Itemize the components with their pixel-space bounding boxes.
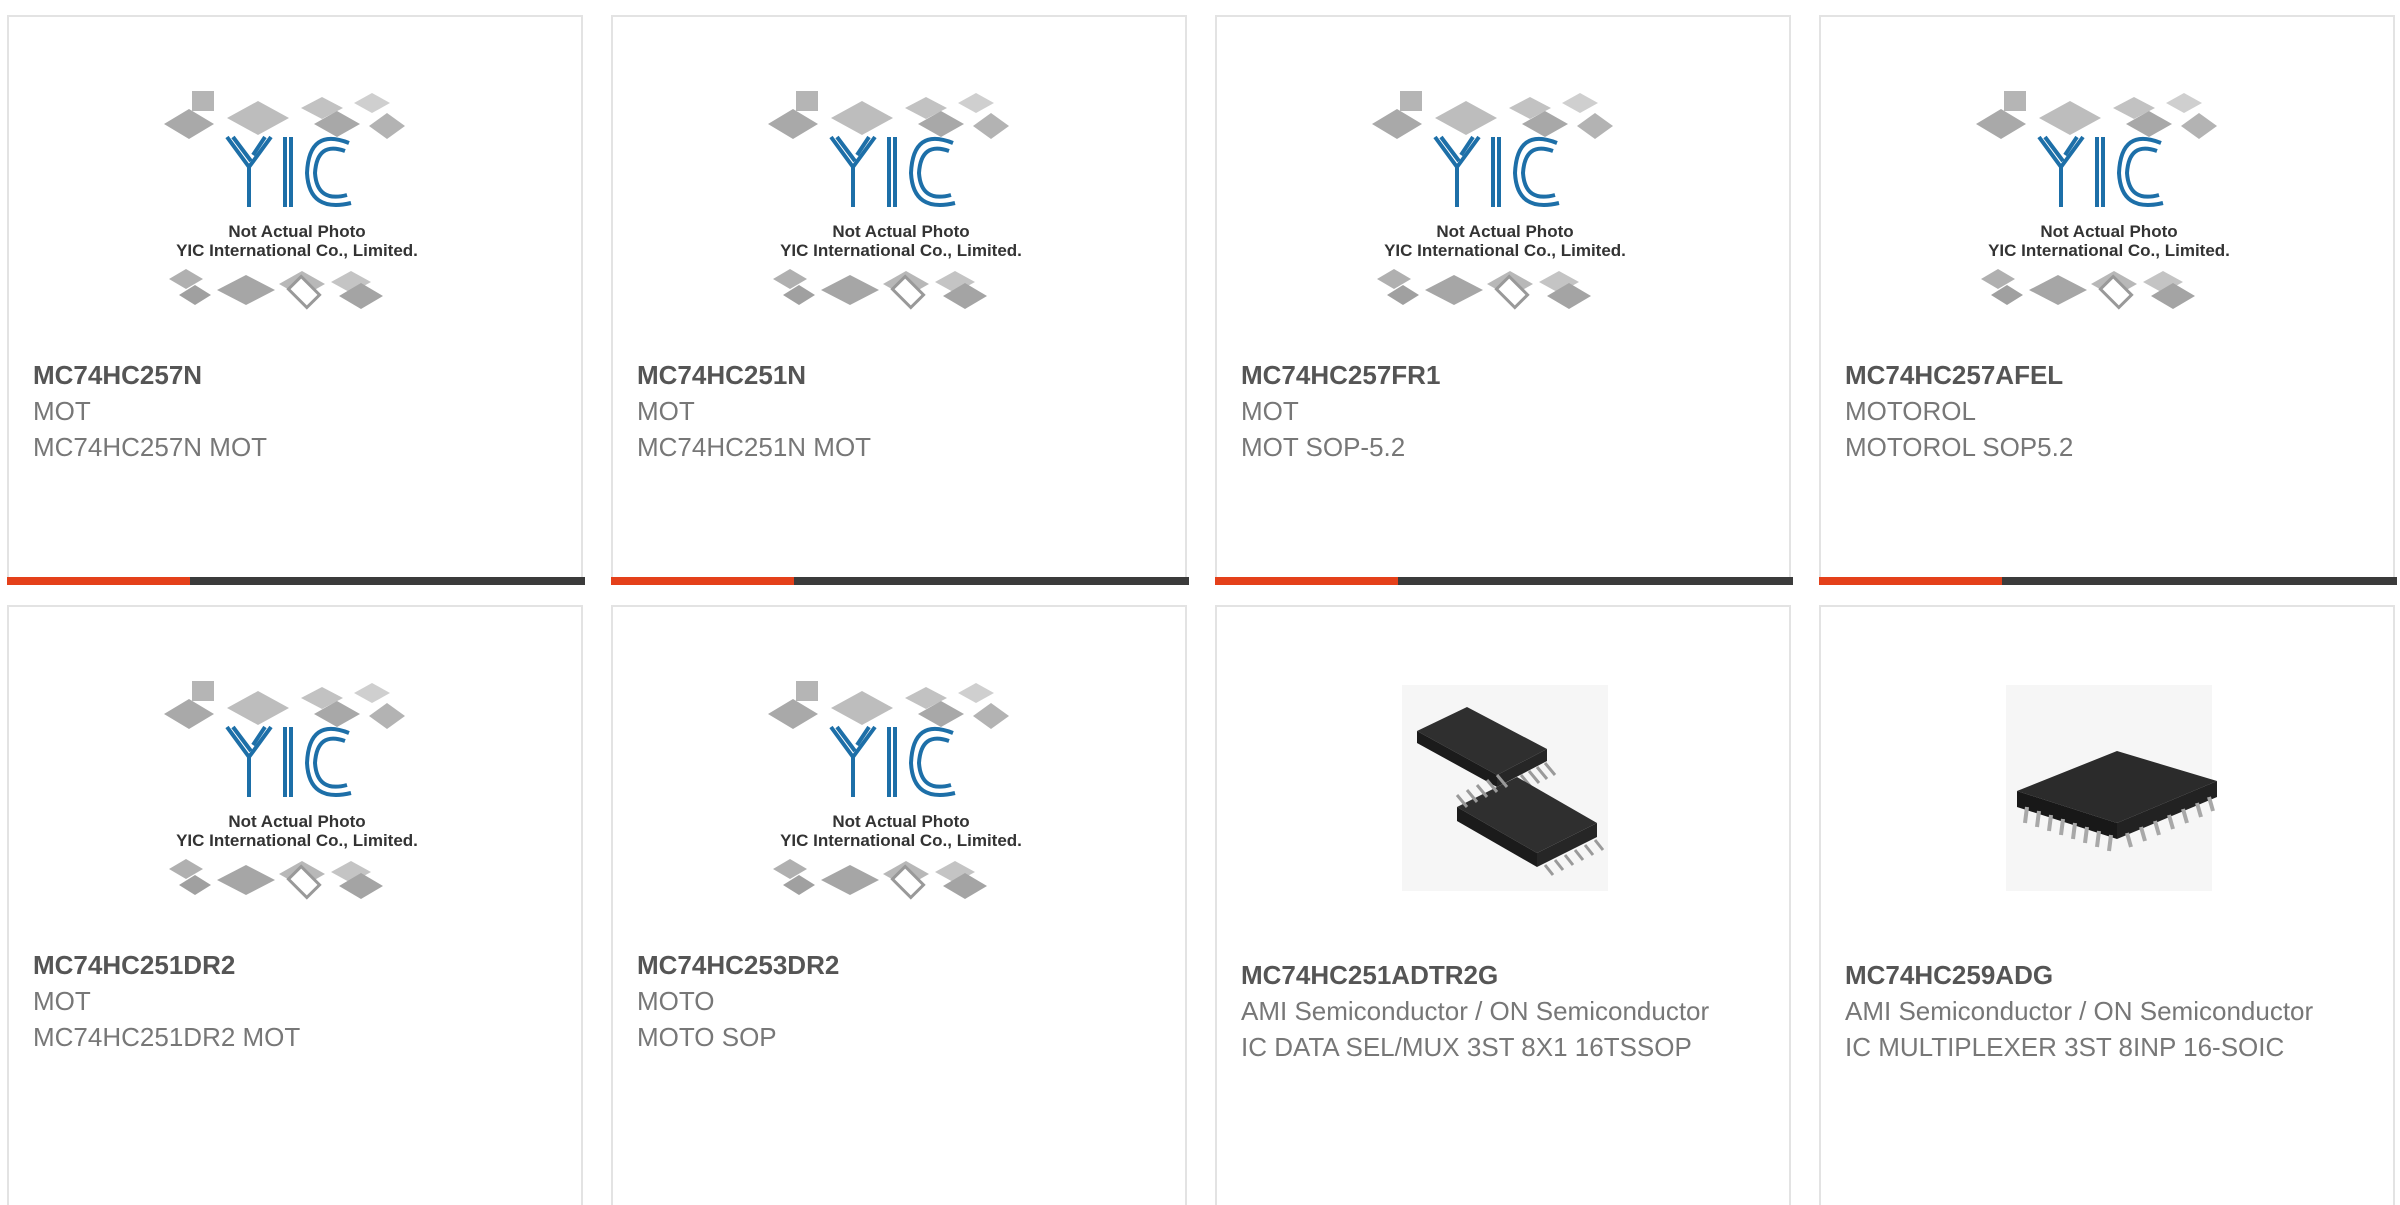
placeholder-image: Not Actual Photo YIC International Co., … bbox=[1372, 91, 1626, 310]
chip-icons-top bbox=[164, 681, 405, 729]
manufacturer: MOT bbox=[637, 396, 695, 426]
svg-text:YIC International Co., Limited: YIC International Co., Limited. bbox=[176, 831, 418, 850]
product-card[interactable]: Not Actual Photo YIC International Co., … bbox=[611, 605, 1187, 1205]
tssop-chip-photo bbox=[1402, 685, 1608, 891]
yic-logo bbox=[829, 725, 956, 797]
product-card[interactable]: MC74HC259ADG AMI Semiconductor / ON Semi… bbox=[1819, 605, 2395, 1205]
part-number[interactable]: MC74HC251ADTR2G bbox=[1241, 957, 1741, 993]
part-number[interactable]: MC74HC251DR2 bbox=[33, 947, 533, 983]
chip-icons-top bbox=[1976, 91, 2217, 139]
product-image[interactable] bbox=[1821, 677, 2397, 961]
svg-text:Not Actual Photo: Not Actual Photo bbox=[228, 812, 365, 831]
description: MC74HC257N MOT bbox=[33, 432, 268, 462]
manufacturer: AMI Semiconductor / ON Semiconductor bbox=[1845, 996, 2314, 1026]
chip-icons-top bbox=[768, 681, 1009, 729]
svg-text:Not Actual Photo: Not Actual Photo bbox=[2040, 222, 2177, 241]
manufacturer: MOT bbox=[33, 396, 91, 426]
svg-text:YIC International Co., Limited: YIC International Co., Limited. bbox=[1988, 241, 2230, 260]
chip-icons-bottom bbox=[1377, 269, 1591, 310]
svg-text:Not Actual Photo: Not Actual Photo bbox=[832, 222, 969, 241]
svg-text:YIC International Co., Limited: YIC International Co., Limited. bbox=[780, 831, 1022, 850]
yic-logo bbox=[1433, 135, 1560, 207]
soic-chip-photo bbox=[2006, 685, 2217, 891]
yic-logo bbox=[829, 135, 956, 207]
part-number[interactable]: MC74HC257N bbox=[33, 357, 533, 393]
product-image[interactable]: Not Actual Photo YIC International Co., … bbox=[1821, 87, 2397, 371]
manufacturer: MOTOROL bbox=[1845, 396, 1976, 426]
manufacturer: MOT bbox=[33, 986, 91, 1016]
manufacturer: MOT bbox=[1241, 396, 1299, 426]
chip-icons-top bbox=[768, 91, 1009, 139]
card-accent-bar bbox=[1215, 577, 1793, 585]
chip-icons-top bbox=[164, 91, 405, 139]
product-card[interactable]: Not Actual Photo YIC International Co., … bbox=[7, 605, 583, 1205]
placeholder-image: Not Actual Photo YIC International Co., … bbox=[768, 91, 1022, 310]
svg-text:Not Actual Photo: Not Actual Photo bbox=[228, 222, 365, 241]
card-accent-bar bbox=[1819, 577, 2397, 585]
part-number[interactable]: MC74HC259ADG bbox=[1845, 957, 2345, 993]
placeholder-image: Not Actual Photo YIC International Co., … bbox=[1976, 91, 2230, 310]
chip-icons-bottom bbox=[773, 269, 987, 310]
product-image[interactable]: Not Actual Photo YIC International Co., … bbox=[613, 87, 1189, 371]
product-card[interactable]: Not Actual Photo YIC International Co., … bbox=[1819, 15, 2397, 585]
product-image[interactable] bbox=[1217, 677, 1793, 961]
chip-icons-bottom bbox=[1981, 269, 2195, 310]
yic-logo bbox=[225, 725, 352, 797]
chip-icons-bottom bbox=[169, 859, 383, 900]
part-number[interactable]: MC74HC253DR2 bbox=[637, 947, 1137, 983]
product-image[interactable]: Not Actual Photo YIC International Co., … bbox=[9, 87, 585, 371]
description: MOTO SOP bbox=[637, 1022, 777, 1052]
product-card[interactable]: Not Actual Photo YIC International Co., … bbox=[7, 15, 585, 585]
chip-icons-top bbox=[1372, 91, 1613, 139]
product-card[interactable]: MC74HC251ADTR2G AMI Semiconductor / ON S… bbox=[1215, 605, 1791, 1205]
yic-logo bbox=[225, 135, 352, 207]
card-accent-bar bbox=[7, 577, 585, 585]
product-card[interactable]: Not Actual Photo YIC International Co., … bbox=[1215, 15, 1793, 585]
description: MOT SOP-5.2 bbox=[1241, 432, 1406, 462]
product-image[interactable]: Not Actual Photo YIC International Co., … bbox=[1217, 87, 1793, 371]
placeholder-image: Not Actual Photo YIC International Co., … bbox=[164, 91, 418, 310]
product-card[interactable]: Not Actual Photo YIC International Co., … bbox=[611, 15, 1189, 585]
description: MOTOROL SOP5.2 bbox=[1845, 432, 2074, 462]
description: MC74HC251DR2 MOT bbox=[33, 1022, 301, 1052]
part-number[interactable]: MC74HC257FR1 bbox=[1241, 357, 1741, 393]
manufacturer: AMI Semiconductor / ON Semiconductor bbox=[1241, 996, 1710, 1026]
card-accent-bar bbox=[611, 577, 1189, 585]
yic-logo bbox=[2037, 135, 2164, 207]
part-number[interactable]: MC74HC257AFEL bbox=[1845, 357, 2345, 393]
svg-text:Not Actual Photo: Not Actual Photo bbox=[832, 812, 969, 831]
placeholder-image: Not Actual Photo YIC International Co., … bbox=[768, 681, 1022, 900]
svg-text:Not Actual Photo: Not Actual Photo bbox=[1436, 222, 1573, 241]
part-number[interactable]: MC74HC251N bbox=[637, 357, 1137, 393]
chip-icons-bottom bbox=[773, 859, 987, 900]
product-image[interactable]: Not Actual Photo YIC International Co., … bbox=[613, 677, 1189, 961]
svg-text:YIC International Co., Limited: YIC International Co., Limited. bbox=[176, 241, 418, 260]
product-grid: Not Actual Photo YIC International Co., … bbox=[0, 0, 2400, 1205]
product-image[interactable]: Not Actual Photo YIC International Co., … bbox=[9, 677, 585, 961]
description: IC MULTIPLEXER 3ST 8INP 16-SOIC bbox=[1845, 1032, 2285, 1062]
placeholder-image: Not Actual Photo YIC International Co., … bbox=[164, 681, 418, 900]
svg-text:YIC International Co., Limited: YIC International Co., Limited. bbox=[1384, 241, 1626, 260]
description: MC74HC251N MOT bbox=[637, 432, 872, 462]
chip-icons-bottom bbox=[169, 269, 383, 310]
manufacturer: MOTO bbox=[637, 986, 715, 1016]
svg-text:YIC International Co., Limited: YIC International Co., Limited. bbox=[780, 241, 1022, 260]
description: IC DATA SEL/MUX 3ST 8X1 16TSSOP bbox=[1241, 1032, 1692, 1062]
